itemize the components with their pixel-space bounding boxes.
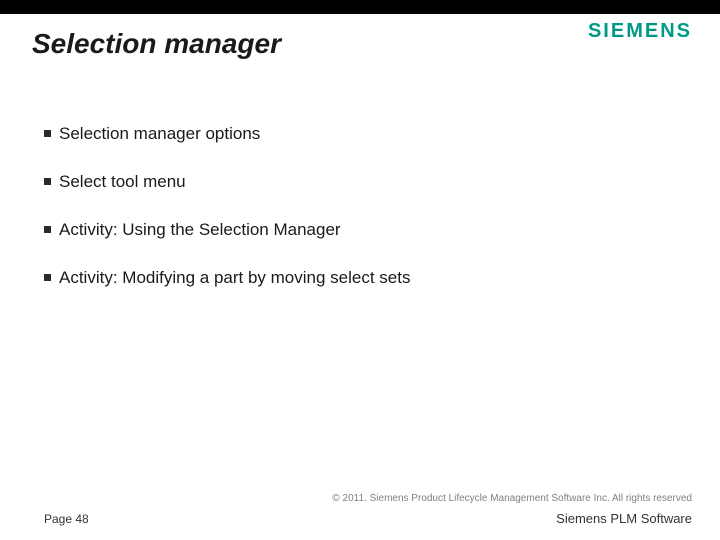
- bullet-square-icon: [44, 178, 51, 185]
- footer-product-name: Siemens PLM Software: [556, 511, 692, 526]
- footer-page-number: Page 48: [44, 512, 89, 526]
- bullet-text: Activity: Using the Selection Manager: [59, 220, 341, 240]
- list-item: Select tool menu: [44, 172, 664, 192]
- slide: Selection manager SIEMENS Selection mana…: [0, 0, 720, 540]
- bullet-square-icon: [44, 274, 51, 281]
- page-title: Selection manager: [32, 28, 281, 60]
- list-item: Selection manager options: [44, 124, 664, 144]
- top-bar: [0, 0, 720, 14]
- list-item: Activity: Modifying a part by moving sel…: [44, 268, 664, 288]
- bullet-text: Select tool menu: [59, 172, 186, 192]
- brand-logo: SIEMENS: [588, 20, 692, 43]
- bullet-text: Selection manager options: [59, 124, 260, 144]
- bullet-square-icon: [44, 226, 51, 233]
- bullet-list: Selection manager options Select tool me…: [44, 124, 664, 316]
- bullet-text: Activity: Modifying a part by moving sel…: [59, 268, 410, 288]
- footer-copyright: © 2011. Siemens Product Lifecycle Manage…: [332, 493, 692, 504]
- bullet-square-icon: [44, 130, 51, 137]
- list-item: Activity: Using the Selection Manager: [44, 220, 664, 240]
